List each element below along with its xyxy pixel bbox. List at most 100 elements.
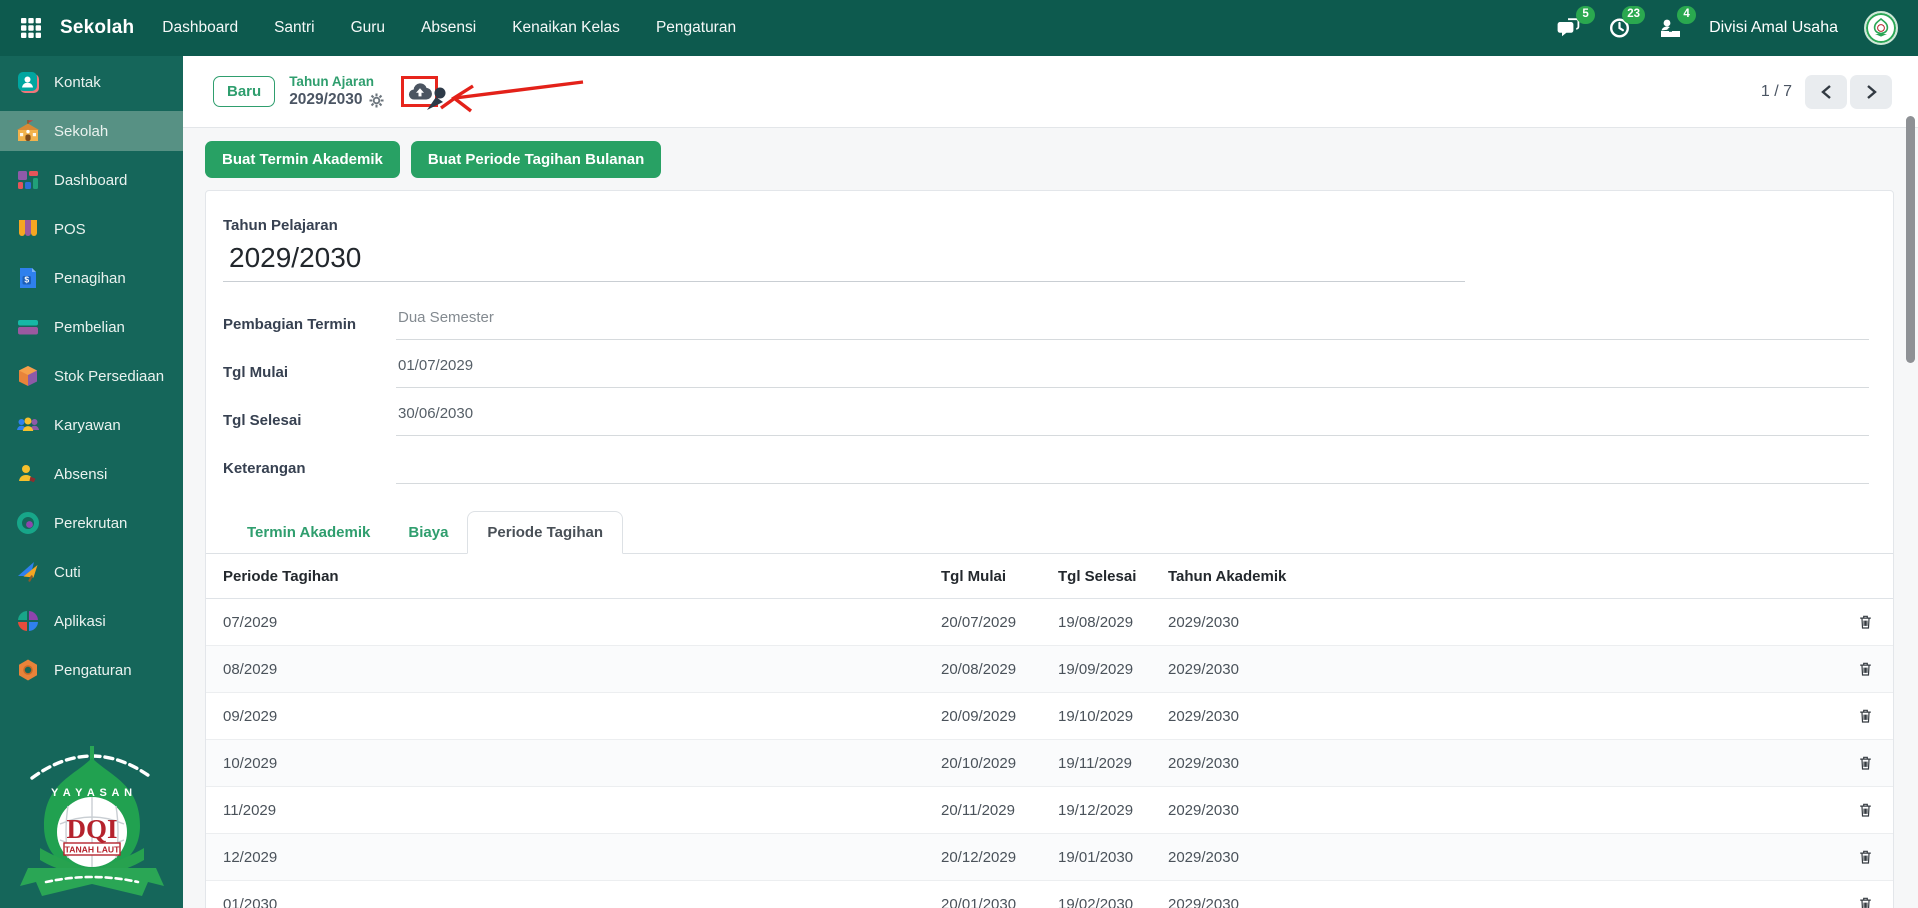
table-row[interactable]: 12/2029 20/12/2029 19/01/2030 2029/2030 [206,834,1893,881]
foundation-logo: Y A Y A S A N DQI TANAH LAUT [16,732,168,904]
table-row[interactable]: 01/2030 20/01/2030 19/02/2030 2029/2030 [206,881,1893,908]
requests-button[interactable]: 4 [1658,16,1683,40]
new-record-button[interactable]: Baru [213,76,275,107]
table-row[interactable]: 08/2029 20/08/2029 19/09/2029 2029/2030 [206,646,1893,693]
sidebar-item-absensi[interactable]: Absensi [0,454,183,494]
col-header-tgl-selesai[interactable]: Tgl Selesai [1041,568,1151,585]
pager-previous-button[interactable] [1805,75,1847,109]
cell-tahun-akademik: 2029/2030 [1151,849,1837,866]
sidebar-item-sekolah[interactable]: Sekolah [0,111,183,151]
sidebar-item-label: Absensi [54,466,107,483]
apps-grid-icon[interactable] [16,13,46,43]
employees-icon [15,412,41,438]
field-row-keterangan: Keterangan [223,450,1869,484]
delete-row-button[interactable] [1853,609,1878,635]
tahun-pelajaran-input[interactable]: 2029/2030 [223,242,1465,282]
delete-row-button[interactable] [1853,844,1878,870]
app-brand[interactable]: Sekolah [60,17,134,39]
table-row[interactable]: 09/2029 20/09/2029 19/10/2029 2029/2030 [206,693,1893,740]
cell-tgl-selesai: 19/02/2030 [1041,896,1151,908]
vertical-scrollbar[interactable] [1906,116,1915,363]
field-label: Tgl Selesai [223,412,396,436]
cell-tgl-selesai: 19/11/2029 [1041,755,1151,772]
cloud-upload-icon [408,81,432,102]
pager-counter: 1 / 7 [1761,83,1792,101]
menu-santri[interactable]: Santri [274,19,315,37]
sidebar-item-stok-persediaan[interactable]: Stok Persediaan [0,356,183,396]
menu-kenaikan-kelas[interactable]: Kenaikan Kelas [512,19,620,37]
sidebar-item-dashboard[interactable]: Dashboard [0,160,183,200]
tab-periode-tagihan[interactable]: Periode Tagihan [467,511,623,554]
cell-tgl-selesai: 19/10/2029 [1041,708,1151,725]
messages-button[interactable]: 5 [1557,16,1582,40]
table-row[interactable]: 11/2029 20/11/2029 19/12/2029 2029/2030 [206,787,1893,834]
control-panel: Baru Tahun Ajaran 2029/2030 [183,56,1918,128]
trash-icon [1857,801,1874,819]
sidebar-item-penagihan[interactable]: $ Penagihan [0,258,183,298]
tab-termin-akademik[interactable]: Termin Akademik [228,512,389,553]
pembagian-termin-select[interactable]: Dua Semester [396,309,1869,340]
sidebar-item-kontak[interactable]: Kontak [0,62,183,102]
menu-pengaturan[interactable]: Pengaturan [656,19,736,37]
sidebar-item-label: Perekrutan [54,515,127,532]
delete-row-button[interactable] [1853,797,1878,823]
tab-biaya[interactable]: Biaya [389,512,467,553]
sidebar-item-label: Karyawan [54,417,121,434]
cell-periode: 08/2029 [206,661,924,678]
col-header-tahun-akademik[interactable]: Tahun Akademik [1151,568,1837,585]
keterangan-input[interactable] [396,453,1869,484]
sidebar-item-pembelian[interactable]: Pembelian [0,307,183,347]
sidebar-item-aplikasi[interactable]: Aplikasi [0,601,183,641]
sidebar-item-karyawan[interactable]: Karyawan [0,405,183,445]
menu-absensi[interactable]: Absensi [421,19,476,37]
user-avatar[interactable] [1864,11,1898,45]
sidebar-item-pos[interactable]: POS [0,209,183,249]
delete-row-button[interactable] [1853,891,1878,908]
form-fields: Pembagian Termin Dua Semester Tgl Mulai … [223,306,1869,484]
notebook-tabs: Termin Akademik Biaya Periode Tagihan [206,508,1893,554]
cell-periode: 07/2029 [206,614,924,631]
menu-guru[interactable]: Guru [351,19,385,37]
delete-row-button[interactable] [1853,703,1878,729]
cell-tgl-mulai: 20/10/2029 [924,755,1041,772]
delete-row-button[interactable] [1853,656,1878,682]
pager-next-button[interactable] [1850,75,1892,109]
create-academic-term-button[interactable]: Buat Termin Akademik [205,141,400,178]
requests-badge: 4 [1677,6,1696,24]
cell-tgl-selesai: 19/09/2029 [1041,661,1151,678]
cell-tahun-akademik: 2029/2030 [1151,661,1837,678]
chevron-left-icon [1820,84,1833,100]
billing-icon: $ [15,265,41,291]
breadcrumb-parent-link[interactable]: Tahun Ajaran [289,73,384,91]
create-billing-period-button[interactable]: Buat Periode Tagihan Bulanan [411,141,661,178]
top-navbar: Sekolah Dashboard Santri Guru Absensi Ke… [0,0,1918,56]
tgl-mulai-input[interactable]: 01/07/2029 [396,357,1869,388]
col-header-tgl-mulai[interactable]: Tgl Mulai [924,568,1041,585]
trash-icon [1857,895,1874,908]
table-row[interactable]: 10/2029 20/10/2029 19/11/2029 2029/2030 [206,740,1893,787]
sidebar-item-pengaturan[interactable]: Pengaturan [0,650,183,690]
tgl-selesai-input[interactable]: 30/06/2030 [396,405,1869,436]
cell-tgl-mulai: 20/12/2029 [924,849,1041,866]
menu-dashboard[interactable]: Dashboard [162,19,238,37]
table-header-row: Periode Tagihan Tgl Mulai Tgl Selesai Ta… [206,554,1893,599]
apps-sidebar: Kontak Sekolah [0,56,183,908]
col-header-periode-tagihan[interactable]: Periode Tagihan [206,568,924,585]
delete-row-button[interactable] [1853,750,1878,776]
cloud-upload-button[interactable] [408,81,432,102]
record-pager: 1 / 7 [1761,75,1892,109]
sidebar-item-perekrutan[interactable]: Perekrutan [0,503,183,543]
cell-tgl-selesai: 19/01/2030 [1041,849,1151,866]
navbar-right: 5 23 4 Divisi Amal Usaha [1557,11,1898,45]
cell-periode: 10/2029 [206,755,924,772]
settings-nut-icon [15,657,41,683]
activities-button[interactable]: 23 [1608,16,1632,40]
record-actions-gear-button[interactable] [369,93,384,108]
sidebar-item-label: Pengaturan [54,662,132,679]
activities-badge: 23 [1622,6,1645,24]
periode-tagihan-table: Periode Tagihan Tgl Mulai Tgl Selesai Ta… [206,554,1893,908]
sidebar-item-cuti[interactable]: Cuti [0,552,183,592]
user-menu[interactable]: Divisi Amal Usaha [1709,19,1838,37]
sidebar-item-label: Penagihan [54,270,126,287]
table-row[interactable]: 07/2029 20/07/2029 19/08/2029 2029/2030 [206,599,1893,646]
